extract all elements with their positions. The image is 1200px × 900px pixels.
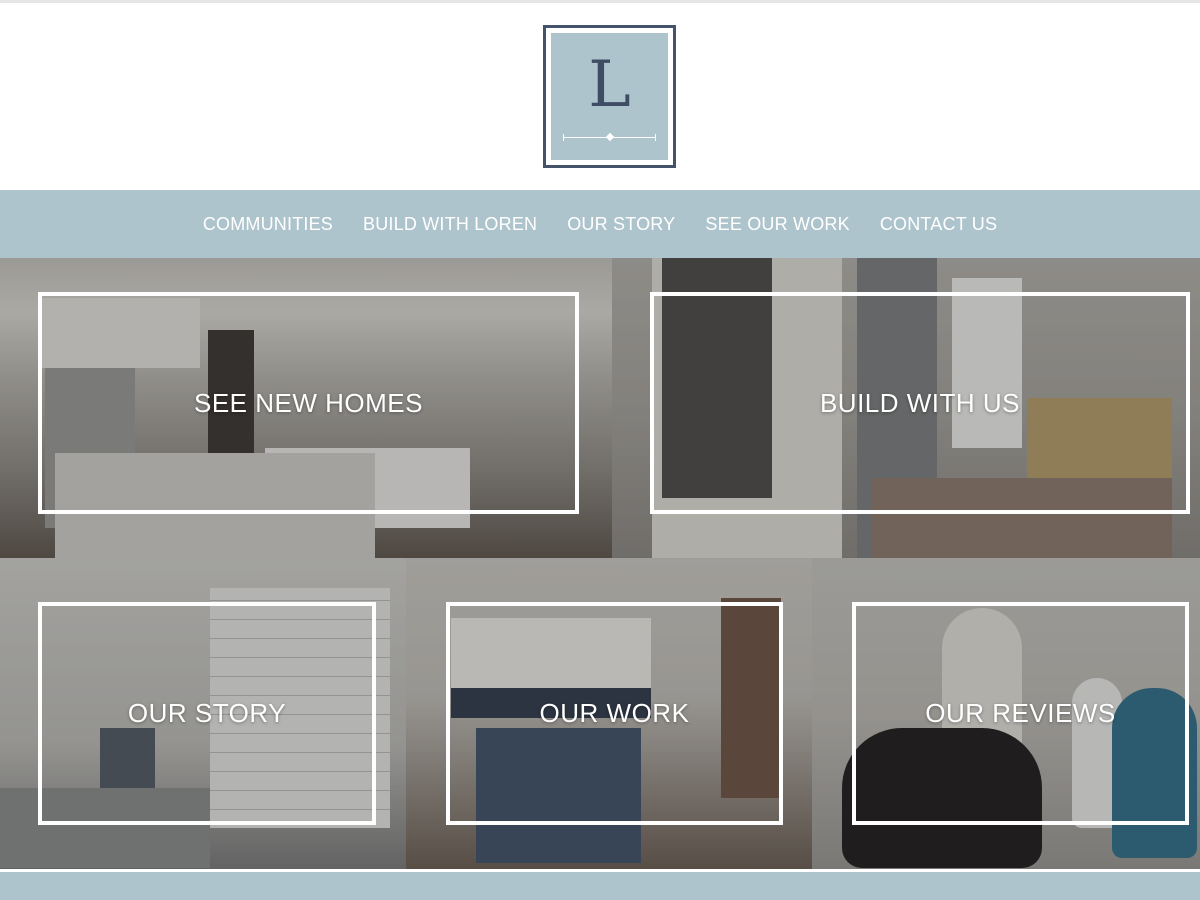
tile-frame: OUR REVIEWS	[852, 602, 1189, 825]
logo-diamond	[605, 132, 614, 142]
nav-communities[interactable]: COMMUNITIES	[203, 214, 333, 235]
tile-frame: SEE NEW HOMES	[38, 292, 579, 514]
tile-label: OUR REVIEWS	[925, 698, 1116, 728]
tile-label: OUR WORK	[539, 698, 690, 728]
nav-contact-us[interactable]: CONTACT US	[880, 214, 997, 235]
site-header: L	[0, 3, 1200, 190]
tile-label: BUILD WITH US	[819, 387, 1021, 418]
nav-build-with-loren[interactable]: BUILD WITH LOREN	[363, 214, 537, 235]
logo-letter: L	[588, 48, 631, 122]
tile-label: OUR STORY	[127, 698, 287, 728]
tile-frame: OUR WORK	[446, 602, 783, 825]
logo-background: L	[551, 33, 668, 160]
footer-band	[0, 869, 1200, 900]
tile-see-new-homes[interactable]: SEE NEW HOMES	[0, 258, 612, 558]
tile-label: SEE NEW HOMES	[194, 387, 423, 418]
tile-frame: BUILD WITH US	[650, 292, 1190, 514]
logo-ornament	[563, 132, 656, 142]
footer-divider	[0, 869, 1200, 872]
nav-see-our-work[interactable]: SEE OUR WORK	[705, 214, 849, 235]
tile-frame: OUR STORY	[38, 602, 376, 825]
tile-our-story[interactable]: OUR STORY	[0, 558, 406, 869]
nav-our-story[interactable]: OUR STORY	[567, 214, 675, 235]
site-logo[interactable]: L	[543, 25, 676, 168]
tile-our-work[interactable]: OUR WORK	[406, 558, 812, 869]
tile-build-with-us[interactable]: BUILD WITH US	[612, 258, 1200, 558]
tile-our-reviews[interactable]: OUR REVIEWS	[812, 558, 1200, 869]
main-navigation: COMMUNITIES BUILD WITH LOREN OUR STORY S…	[0, 190, 1200, 258]
